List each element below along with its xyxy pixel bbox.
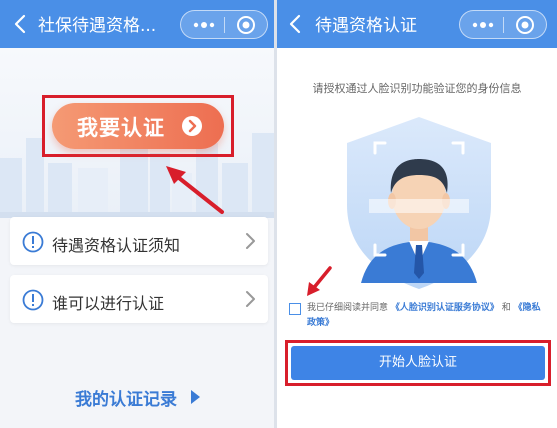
caret-right-icon bbox=[191, 390, 200, 404]
face-service-agreement-link[interactable]: 《人脸识别认证服务协议》 bbox=[391, 303, 499, 313]
right-page-title: 待遇资格认证 bbox=[315, 16, 417, 36]
right-screen: 待遇资格认证 请授权通过人脸识别功能验证您的身份信息 我已仔细阅读并同意 《人脸… bbox=[277, 0, 557, 428]
menu-item-label: 待遇资格认证须知 bbox=[52, 236, 181, 255]
red-annotation-arrow bbox=[307, 266, 332, 296]
right-header-bar: 待遇资格认证 bbox=[277, 0, 557, 48]
agree-checkbox[interactable] bbox=[289, 303, 301, 315]
back-arrow-icon[interactable] bbox=[10, 13, 32, 35]
left-screen: 社保待遇资格... 我要认证 待遇资格认证须知 谁可以进行认证 我的认证记录 bbox=[0, 0, 274, 428]
chevron-circle-right-icon bbox=[182, 116, 202, 136]
start-certification-label: 我要认证 bbox=[77, 116, 165, 140]
agreement-conj: 和 bbox=[501, 303, 511, 313]
face-auth-hint: 请授权通过人脸识别功能验证您的身份信息 bbox=[312, 82, 522, 95]
agreement-prefix: 我已仔细阅读并同意 bbox=[307, 303, 389, 313]
chevron-right-icon bbox=[246, 291, 255, 307]
left-header-bar: 社保待遇资格... bbox=[0, 0, 274, 48]
left-page-title: 社保待遇资格... bbox=[38, 16, 157, 36]
mini-program-capsule bbox=[180, 10, 268, 39]
target-icon[interactable] bbox=[515, 15, 535, 35]
face-shield-icon bbox=[347, 117, 491, 289]
my-certification-records-link[interactable]: 我的认证记录 bbox=[75, 385, 177, 410]
info-circle-icon bbox=[22, 289, 44, 311]
menu-item-label: 谁可以进行认证 bbox=[52, 294, 165, 313]
start-face-auth-button[interactable]: 开始人脸认证 bbox=[291, 346, 545, 380]
more-dots-icon[interactable] bbox=[191, 18, 217, 32]
target-icon[interactable] bbox=[236, 15, 256, 35]
more-dots-icon[interactable] bbox=[470, 18, 496, 32]
start-certification-button[interactable]: 我要认证 bbox=[52, 103, 224, 149]
red-annotation-arrow bbox=[166, 166, 224, 214]
agreement-text: 我已仔细阅读并同意 《人脸识别认证服务协议》 和 《隐私政策》 bbox=[307, 301, 547, 331]
chevron-right-icon bbox=[246, 233, 255, 249]
menu-item-certification-notice[interactable]: 待遇资格认证须知 bbox=[10, 217, 268, 265]
mini-program-capsule bbox=[459, 10, 547, 39]
menu-item-who-can-certify[interactable]: 谁可以进行认证 bbox=[10, 275, 268, 323]
back-arrow-icon[interactable] bbox=[285, 13, 307, 35]
info-circle-icon bbox=[22, 231, 44, 253]
